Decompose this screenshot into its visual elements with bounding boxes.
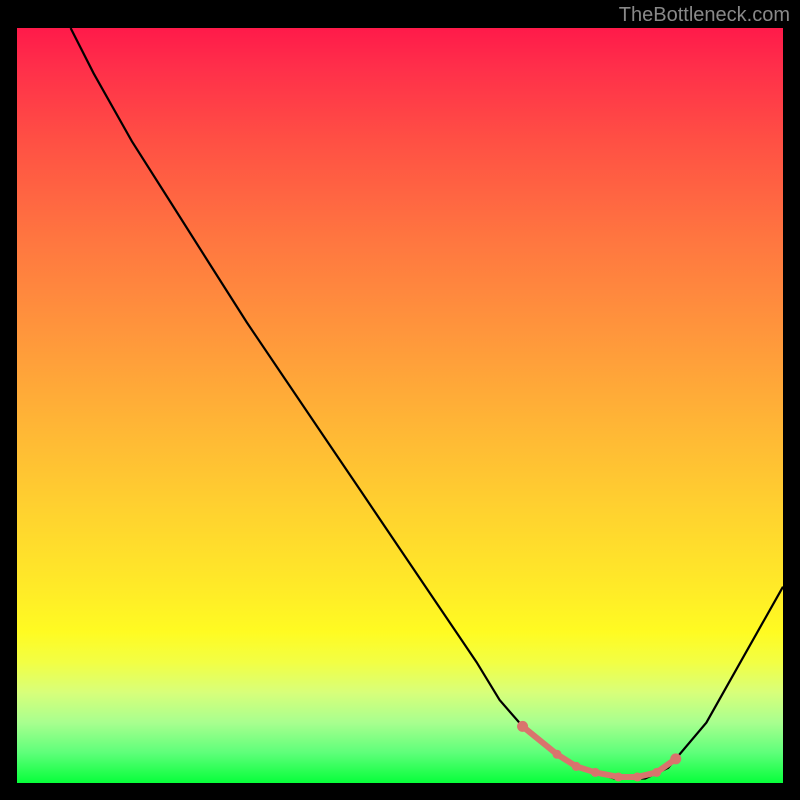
highlight-dot — [614, 772, 623, 781]
highlight-dot — [670, 753, 681, 764]
highlight-dots — [517, 721, 681, 782]
chart-container: TheBottleneck.com — [0, 0, 800, 800]
highlight-dot — [652, 768, 661, 777]
highlight-segment — [523, 726, 557, 754]
highlight-dot — [572, 762, 581, 771]
highlight-dot — [633, 772, 642, 781]
highlight-dot — [517, 721, 528, 732]
curve-svg — [17, 28, 783, 783]
highlight-dot — [591, 768, 600, 777]
highlight-dot — [553, 750, 562, 759]
bottleneck-curve — [71, 28, 783, 779]
watermark-text: TheBottleneck.com — [619, 4, 790, 27]
plot-area — [17, 28, 783, 783]
